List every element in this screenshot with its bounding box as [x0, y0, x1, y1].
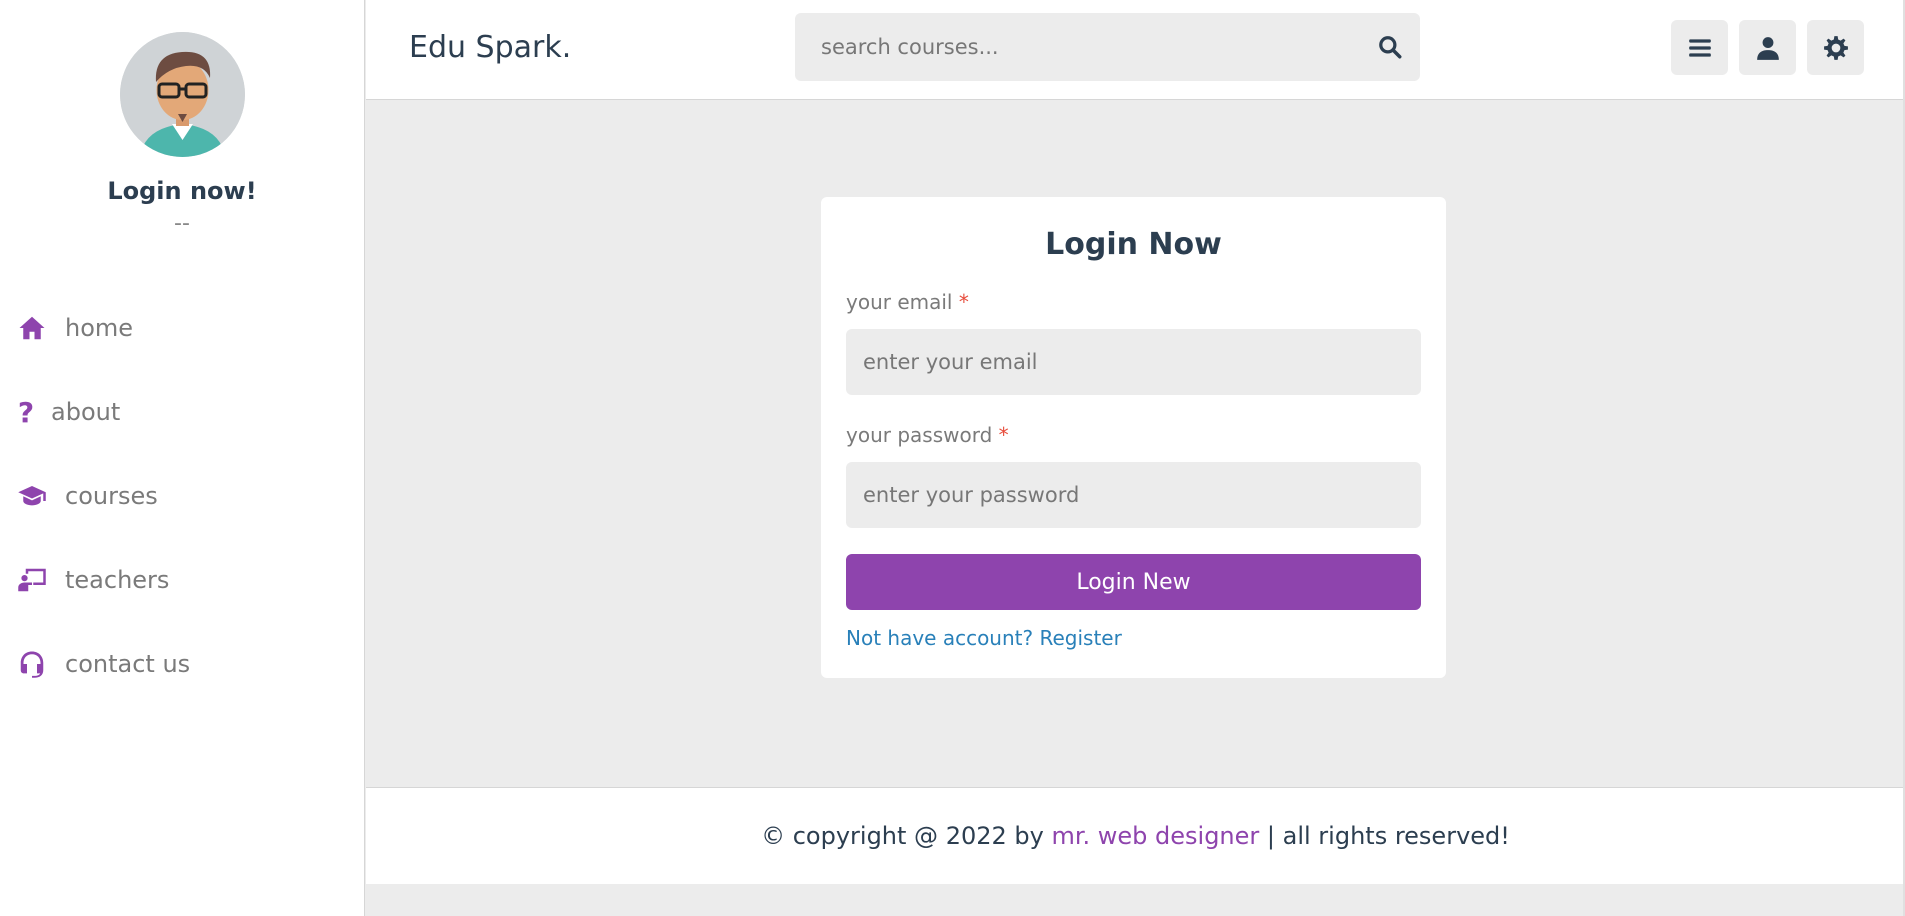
- headset-icon: [15, 647, 49, 681]
- search-bar: [795, 13, 1420, 81]
- email-field[interactable]: [846, 329, 1421, 395]
- sidebar-item-teachers[interactable]: teachers: [0, 538, 364, 622]
- copyright-text: © copyright @ 2022 by: [761, 822, 1052, 850]
- sidebar-item-label: home: [65, 314, 134, 342]
- graduation-cap-icon: [15, 479, 49, 513]
- gear-icon[interactable]: [1807, 20, 1864, 75]
- sidebar-item-label: contact us: [65, 650, 191, 678]
- email-label-text: your email: [846, 290, 953, 314]
- footer: © copyright @ 2022 by mr. web designer |…: [366, 787, 1905, 884]
- login-button[interactable]: Login New: [846, 554, 1421, 610]
- sidebar-item-about[interactable]: ? about: [0, 370, 364, 454]
- menu-icon[interactable]: [1671, 20, 1728, 75]
- header: Edu Spark.: [366, 0, 1905, 100]
- question-icon: ?: [17, 395, 35, 429]
- sidebar-item-courses[interactable]: courses: [0, 454, 364, 538]
- sidebar-item-home[interactable]: home: [0, 286, 364, 370]
- password-field[interactable]: [846, 462, 1421, 528]
- password-label-text: your password: [846, 423, 993, 447]
- home-icon: [15, 311, 49, 345]
- profile-name: Login now!: [107, 177, 257, 205]
- register-link[interactable]: Not have account? Register: [846, 626, 1122, 650]
- author-link[interactable]: mr. web designer: [1051, 822, 1259, 850]
- avatar: [119, 32, 245, 157]
- login-title: Login Now: [1045, 227, 1222, 262]
- rights-text: | all rights reserved!: [1259, 822, 1510, 850]
- chalkboard-teacher-icon: [15, 563, 49, 597]
- profile-role: --: [174, 211, 190, 236]
- logo[interactable]: Edu Spark.: [409, 30, 571, 65]
- sidebar-item-label: courses: [65, 482, 158, 510]
- profile: Login now! --: [0, 0, 364, 236]
- search-input[interactable]: [795, 13, 1360, 81]
- password-label: your password *: [846, 423, 1421, 447]
- sidebar-item-contact[interactable]: contact us: [0, 622, 364, 706]
- required-mark: *: [958, 290, 969, 314]
- sidebar-item-label: about: [51, 398, 121, 426]
- user-icon[interactable]: [1739, 20, 1796, 75]
- email-label: your email *: [846, 290, 1421, 314]
- sidebar: Login now! -- home ? about courses teach…: [0, 0, 365, 916]
- search-icon[interactable]: [1360, 13, 1420, 81]
- sidebar-nav: home ? about courses teachers contact us: [0, 286, 364, 706]
- login-form: Login Now your email * your password * L…: [821, 197, 1446, 678]
- sidebar-item-label: teachers: [65, 566, 170, 594]
- required-mark: *: [998, 423, 1009, 447]
